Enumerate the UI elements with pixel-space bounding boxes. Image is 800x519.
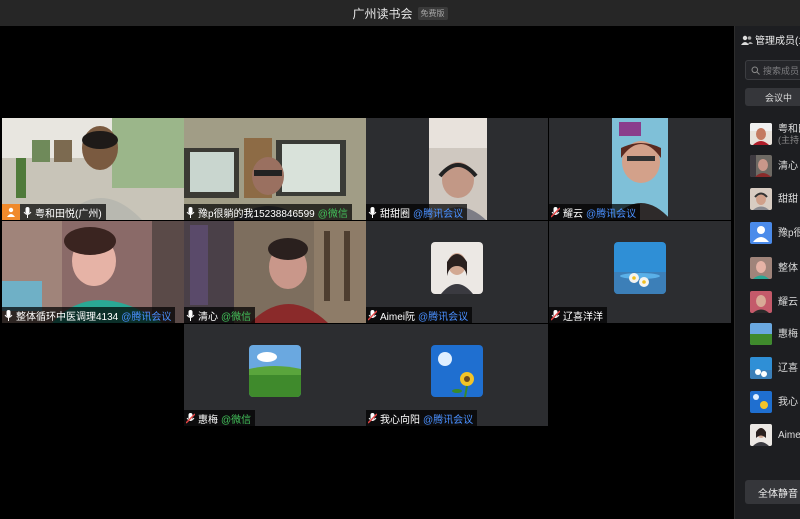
member-name: 豫p很: [778, 227, 800, 239]
avatar: [750, 323, 772, 345]
participant-source: @微信: [221, 311, 252, 323]
video-tile[interactable]: 清心 @微信: [184, 221, 366, 323]
member-item[interactable]: 惠梅: [750, 322, 798, 346]
mic-icon: [4, 309, 13, 321]
host-icon: [2, 204, 20, 220]
participant-name: 辽喜洋洋: [563, 311, 603, 323]
participant-name: Aimei阮: [380, 311, 416, 323]
video-tile[interactable]: 耀云 @腾讯会议: [549, 118, 731, 220]
member-name: Aime: [778, 429, 800, 441]
member-item[interactable]: 粤和田(主持: [750, 122, 800, 146]
participant-name: 整体循环中医调理4134: [16, 311, 119, 323]
avatar: [431, 344, 483, 397]
member-panel: 管理成员(10 搜索成员 会议中 粤和田(主持 清心 甜甜 豫p很 整体 耀云 …: [734, 26, 800, 519]
participant-source: @腾讯会议: [418, 311, 469, 323]
member-name: 耀云: [778, 296, 798, 308]
mic-muted-icon: [551, 206, 560, 218]
mute-all-button[interactable]: 全体静音: [745, 480, 800, 504]
video-tile[interactable]: 整体循环中医调理4134 @腾讯会议: [2, 221, 184, 323]
mic-icon: [186, 309, 195, 321]
participant-source: @腾讯会议: [423, 414, 474, 426]
mic-icon: [368, 206, 377, 218]
member-item[interactable]: 我心: [750, 390, 798, 414]
avatar: [750, 123, 772, 145]
avatar: [614, 241, 666, 294]
participant-label: 甜甜圈 @腾讯会议: [366, 204, 468, 220]
participant-name: 惠梅: [198, 414, 218, 426]
member-search-input[interactable]: 搜索成员: [745, 60, 800, 80]
avatar: [750, 291, 772, 313]
member-name: 辽喜: [778, 362, 798, 374]
member-name: 清心: [778, 160, 798, 172]
participant-label: 粤和田悦(广州): [2, 204, 106, 220]
video-tile[interactable]: 粤和田悦(广州): [2, 118, 184, 220]
avatar: [750, 257, 772, 279]
member-role: (主持: [778, 134, 799, 145]
member-item[interactable]: 清心: [750, 154, 798, 178]
mic-icon: [23, 206, 32, 218]
member-name: 粤和田: [778, 123, 800, 135]
member-name: 惠梅: [778, 328, 798, 340]
participant-label: 惠梅 @微信: [184, 410, 256, 426]
mic-muted-icon: [368, 412, 377, 424]
member-item[interactable]: 甜甜: [750, 187, 798, 211]
video-tile[interactable]: 甜甜圈 @腾讯会议: [366, 118, 548, 220]
avatar: [431, 241, 483, 294]
participant-name: 粤和田悦(广州): [35, 208, 102, 220]
mic-muted-icon: [368, 309, 377, 321]
member-name: 甜甜: [778, 193, 798, 205]
member-item[interactable]: 整体: [750, 256, 798, 280]
search-icon: [751, 66, 760, 75]
avatar: [750, 222, 772, 244]
panel-title: 管理成员(10: [755, 36, 800, 47]
avatar: [750, 357, 772, 379]
video-tile[interactable]: 豫p很躺的我15238846599 @微信: [184, 118, 366, 220]
participant-source: @腾讯会议: [413, 208, 464, 220]
video-tile[interactable]: Aimei阮 @腾讯会议: [366, 221, 548, 323]
member-item[interactable]: Aime: [750, 423, 800, 447]
video-tile[interactable]: 我心向阳 @腾讯会议: [366, 324, 548, 426]
mic-muted-icon: [551, 309, 560, 321]
mic-muted-icon: [186, 412, 195, 424]
participant-label: 豫p很躺的我15238846599 @微信: [184, 204, 352, 220]
mic-icon: [186, 206, 195, 218]
participant-name: 耀云: [563, 208, 583, 220]
avatar: [750, 188, 772, 210]
member-item[interactable]: 耀云: [750, 290, 798, 314]
participant-name: 我心向阳: [380, 414, 420, 426]
avatar: [750, 155, 772, 177]
member-item[interactable]: 豫p很: [750, 221, 800, 245]
meeting-title: 广州读书会: [352, 6, 413, 21]
members-icon: [741, 35, 753, 45]
participant-label: 辽喜洋洋: [549, 307, 607, 323]
search-placeholder: 搜索成员: [763, 65, 800, 76]
participant-source: @微信: [317, 208, 348, 220]
avatar: [750, 391, 772, 413]
participant-source: @腾讯会议: [586, 208, 637, 220]
plan-badge: 免费版: [417, 6, 448, 20]
video-grid: 粤和田悦(广州) 豫p很躺的我15238846599 @微信 甜甜圈 @腾讯会议…: [0, 26, 733, 519]
participant-label: Aimei阮 @腾讯会议: [366, 307, 473, 323]
participant-label: 整体循环中医调理4134 @腾讯会议: [2, 307, 176, 323]
participant-label: 清心 @微信: [184, 307, 256, 323]
participant-label: 我心向阳 @腾讯会议: [366, 410, 478, 426]
video-tile[interactable]: 惠梅 @微信: [184, 324, 366, 426]
avatar: [750, 424, 772, 446]
participant-name: 甜甜圈: [380, 208, 410, 220]
avatar: [249, 344, 301, 397]
participant-label: 耀云 @腾讯会议: [549, 204, 641, 220]
video-tile[interactable]: 辽喜洋洋: [549, 221, 731, 323]
title-bar: 广州读书会 免费版: [0, 0, 800, 26]
participant-source: @微信: [221, 414, 252, 426]
tab-in-meeting[interactable]: 会议中: [745, 88, 800, 106]
participant-name: 清心: [198, 311, 218, 323]
member-name: 我心: [778, 396, 798, 408]
participant-name: 豫p很躺的我15238846599: [198, 208, 315, 220]
member-item[interactable]: 辽喜: [750, 356, 798, 380]
participant-source: @腾讯会议: [121, 311, 172, 323]
member-name: 整体: [778, 262, 798, 274]
panel-header: 管理成员(10: [741, 32, 800, 47]
